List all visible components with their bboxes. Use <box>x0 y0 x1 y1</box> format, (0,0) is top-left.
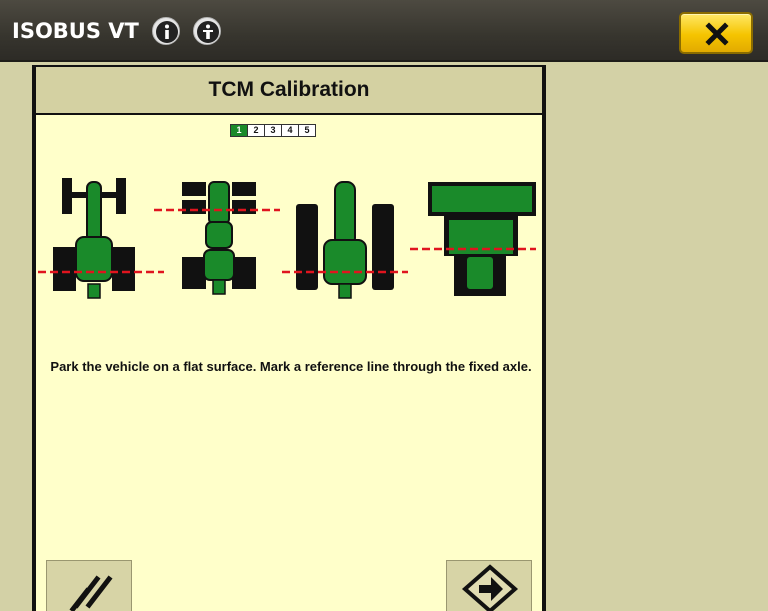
step-5: 5 <box>298 124 316 137</box>
panel-header: TCM Calibration <box>36 67 542 115</box>
vehicle-diagrams <box>38 178 536 299</box>
articulated-4wd-tractor-icon <box>154 181 280 295</box>
left-strip <box>0 64 32 611</box>
step-indicator: 1 2 3 4 5 <box>230 124 316 137</box>
step-4: 4 <box>281 124 299 137</box>
step-2: 2 <box>247 124 265 137</box>
panel-title: TCM Calibration <box>208 78 370 101</box>
info-icon-2[interactable] <box>193 17 221 45</box>
close-button[interactable] <box>679 12 753 54</box>
step-1: 1 <box>230 124 248 137</box>
arrow-right-icon <box>461 564 519 611</box>
next-button[interactable] <box>446 560 532 611</box>
info-icon[interactable] <box>152 17 180 45</box>
mfwd-tractor-icon <box>38 178 164 299</box>
double-slash-icon <box>69 575 113 611</box>
app-title: ISOBUS VT <box>12 19 139 43</box>
calibration-panel: TCM Calibration 1 2 3 4 5 Park the vehic… <box>32 65 546 611</box>
instruction-text: Park the vehicle on a flat surface. Mark… <box>50 359 532 374</box>
reset-button[interactable] <box>46 560 132 611</box>
title-bar: ISOBUS VT <box>0 0 768 62</box>
tracked-tractor-icon <box>282 181 408 299</box>
self-propelled-sprayer-icon <box>410 182 536 296</box>
step-3: 3 <box>264 124 282 137</box>
close-icon <box>705 22 729 46</box>
